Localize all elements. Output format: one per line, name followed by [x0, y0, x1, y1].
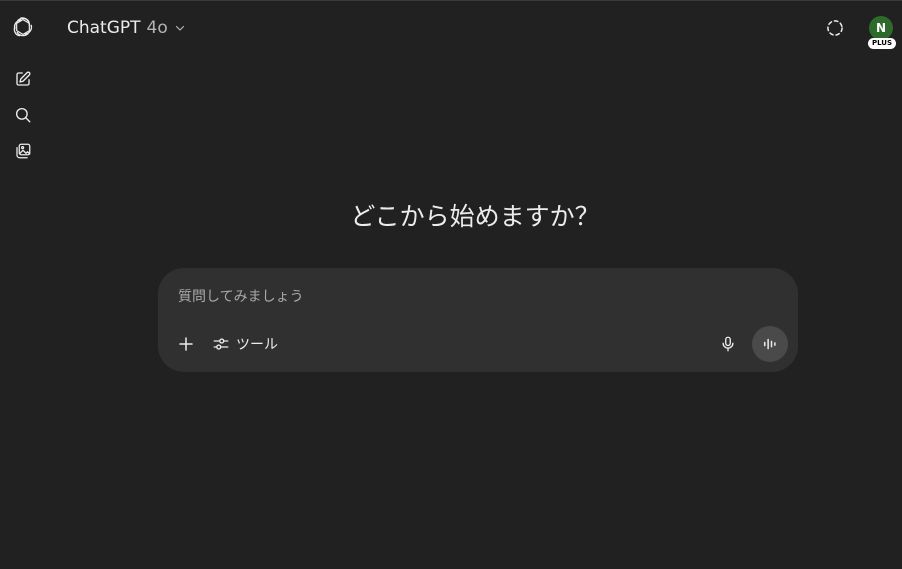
new-chat-button[interactable]: [11, 67, 35, 91]
search-chats-button[interactable]: [11, 103, 35, 127]
sliders-icon: [212, 335, 230, 353]
model-version: 4o: [146, 18, 168, 38]
openai-logo-icon: [12, 16, 34, 38]
chevron-down-icon: [174, 22, 186, 34]
new-chat-icon: [14, 70, 32, 88]
composer: ツール: [158, 268, 798, 372]
temporary-chat-button[interactable]: [823, 16, 847, 40]
tools-label: ツール: [236, 337, 278, 353]
account-menu-button[interactable]: N PLUS: [868, 16, 896, 52]
plus-icon: [177, 335, 195, 353]
model-name: ChatGPT: [67, 18, 141, 38]
voice-waveform-icon: [761, 335, 779, 353]
image-library-button[interactable]: [11, 139, 35, 163]
plan-badge: PLUS: [868, 38, 896, 49]
chatgpt-window: ChatGPT 4o N PLUS どこから始めますか？ 質問してみましょう ツ…: [0, 0, 902, 569]
temporary-chat-icon: [825, 18, 845, 38]
image-library-icon: [14, 142, 32, 160]
page-headline: どこから始めますか？: [350, 202, 600, 231]
search-icon: [14, 106, 32, 124]
microphone-icon: [719, 335, 737, 353]
dictate-button[interactable]: [716, 332, 740, 356]
voice-mode-button[interactable]: [752, 326, 788, 362]
prompt-input[interactable]: [178, 284, 738, 310]
attach-button[interactable]: [174, 332, 198, 356]
tools-button[interactable]: ツール: [212, 332, 278, 356]
sidebar-rail: [0, 1, 46, 569]
openai-logo-button[interactable]: [11, 15, 35, 39]
avatar: N: [869, 16, 893, 40]
model-switcher[interactable]: ChatGPT 4o: [67, 16, 186, 40]
